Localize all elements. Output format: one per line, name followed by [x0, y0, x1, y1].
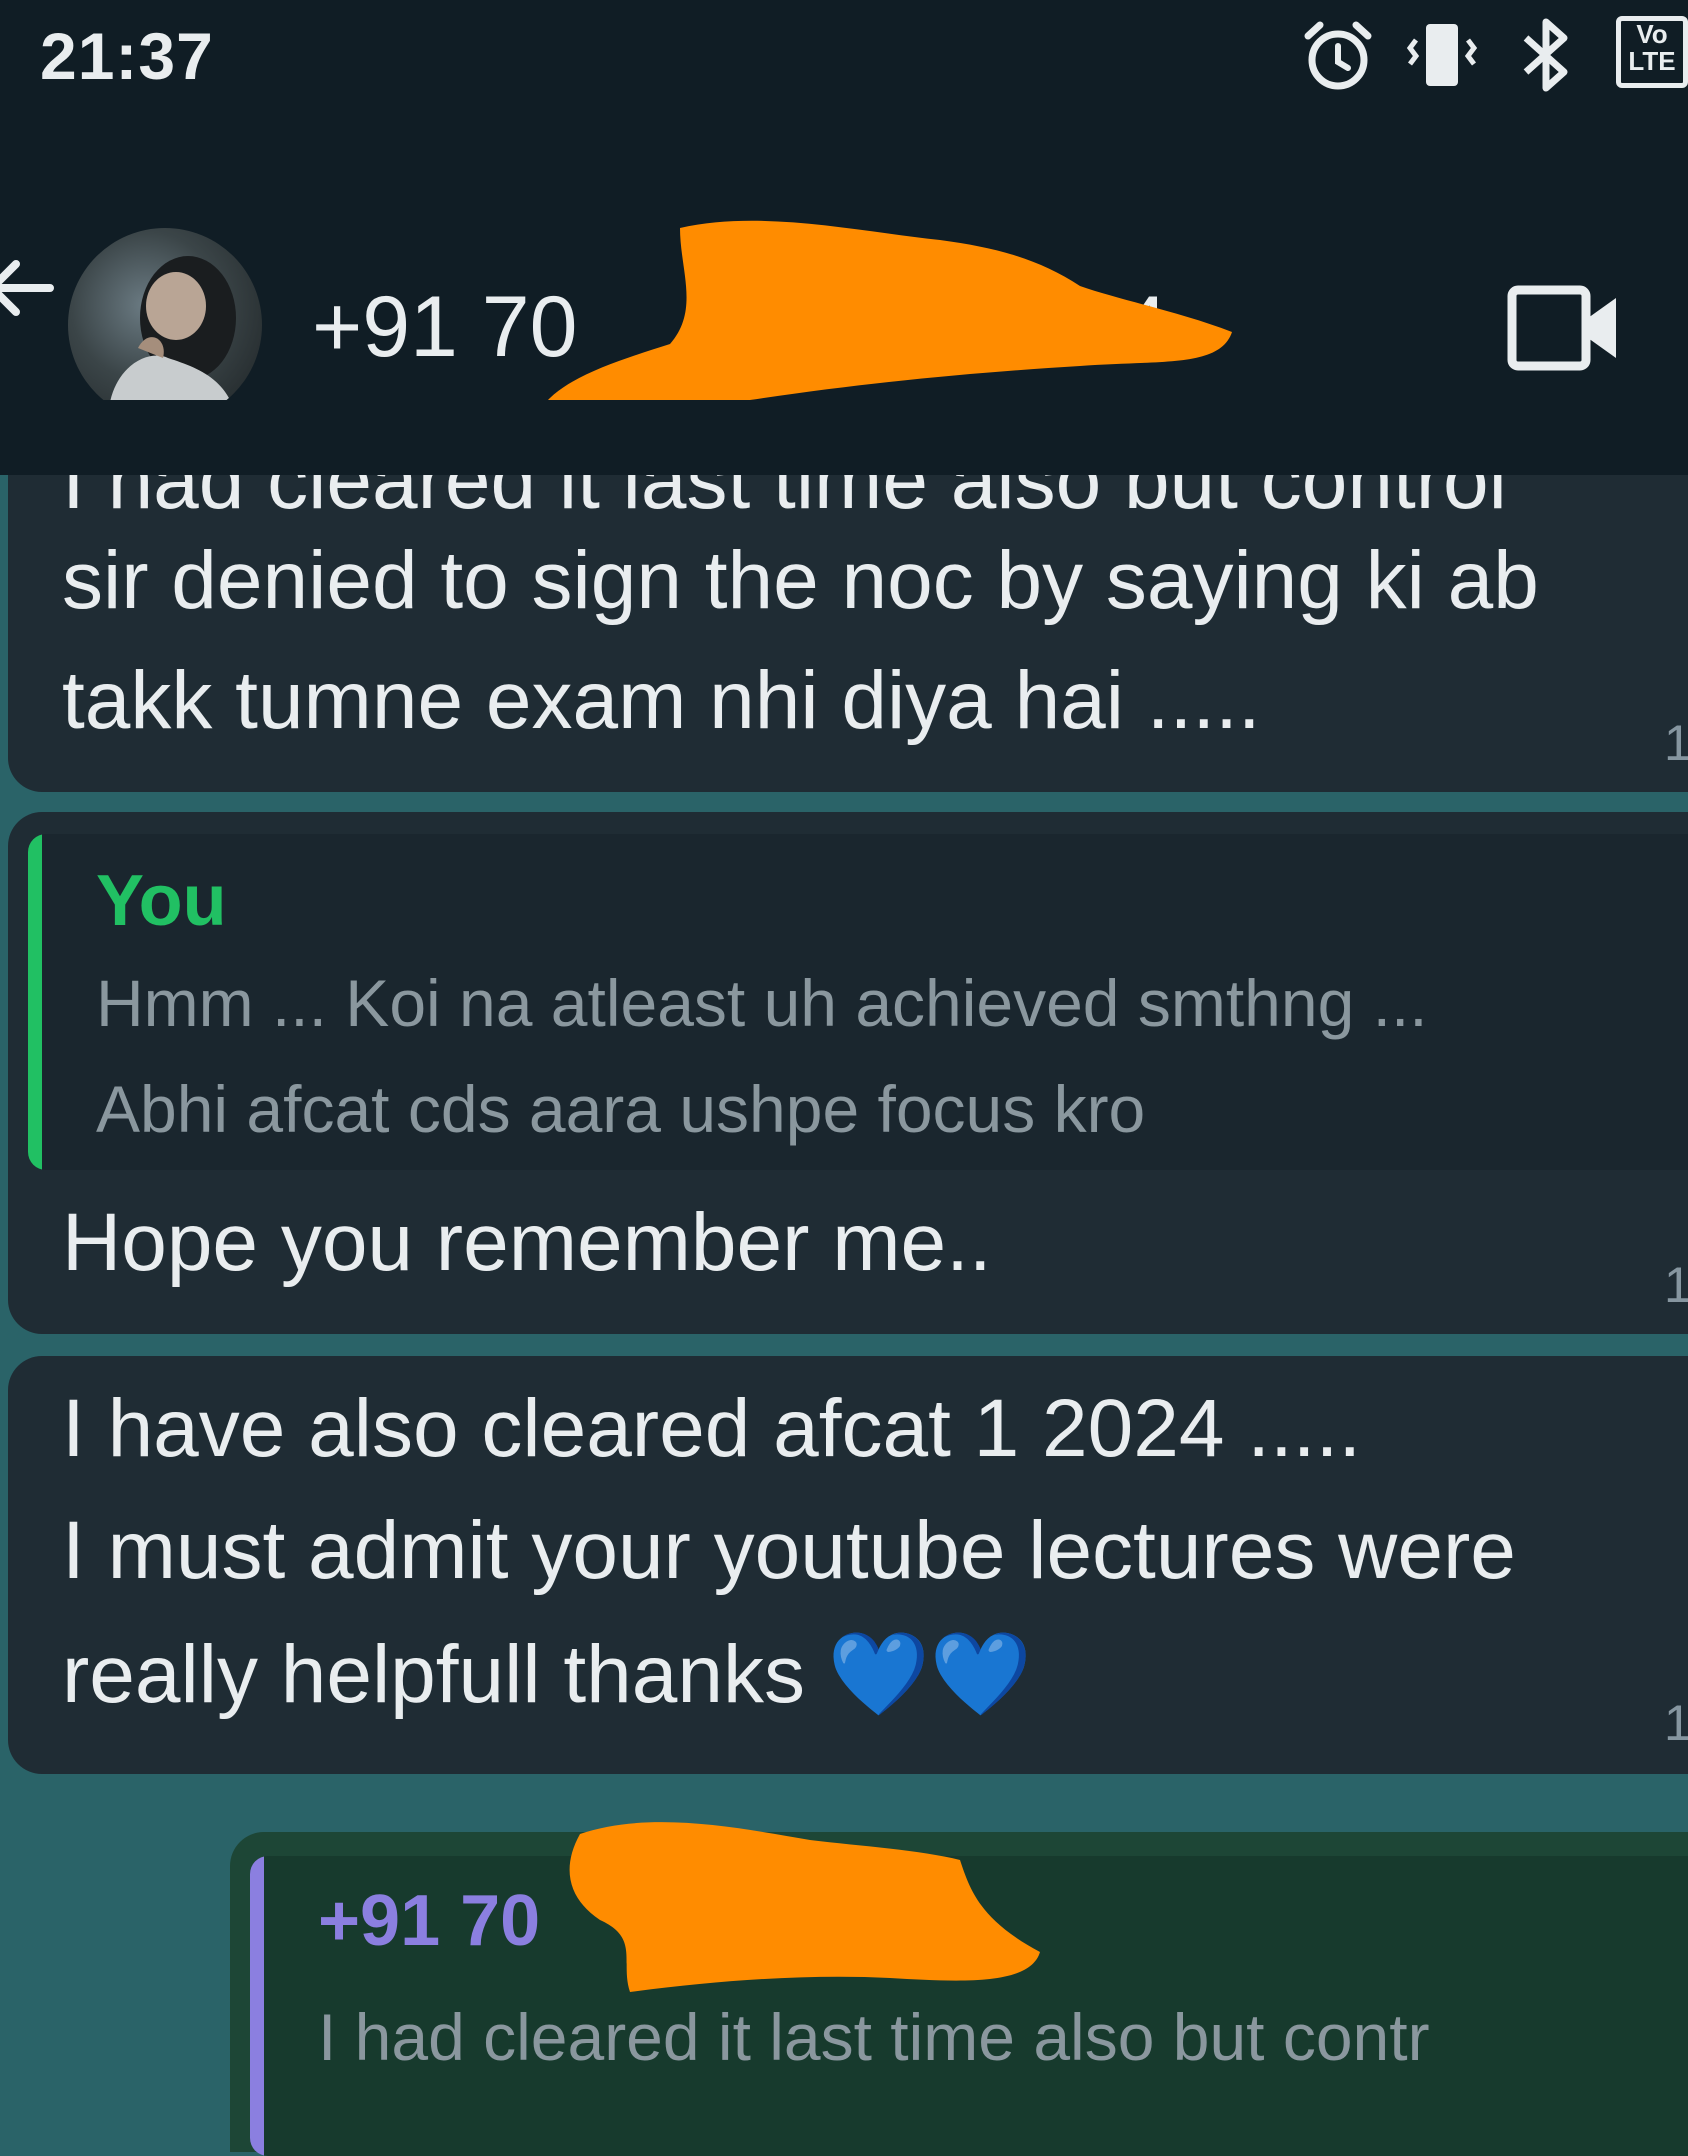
- message-timestamp: 1: [1664, 715, 1688, 771]
- back-arrow-icon[interactable]: [0, 248, 60, 333]
- quote-redaction-scribble: [569, 1822, 1040, 1992]
- status-bar: 21:37 Vo LTE: [0, 0, 1688, 120]
- message-text-line: I must admit your youtube lectures were: [62, 1505, 1516, 1596]
- message-text-line: I have also cleared afcat 1 2024 .....: [62, 1383, 1362, 1474]
- volte-icon: Vo LTE: [1616, 16, 1688, 88]
- contact-avatar[interactable]: [68, 228, 262, 422]
- message-timestamp: 1: [1664, 1257, 1688, 1313]
- quote-accent-bar: [250, 1856, 264, 2156]
- header-overlap: [0, 400, 1688, 475]
- alarm-icon: [1298, 16, 1378, 101]
- quote-author: +91 70: [318, 1881, 541, 1961]
- quoted-reply[interactable]: You Hmm ... Koi na atleast uh achieved s…: [28, 834, 1688, 1170]
- quote-text-line: Abhi afcat cds aara ushpe focus kro: [96, 1072, 1146, 1146]
- bluetooth-icon: [1512, 14, 1582, 101]
- message-text-line: really helpfull thanks 💙💙: [62, 1629, 1032, 1720]
- volte-label-top: Vo: [1636, 19, 1668, 49]
- message-text-line: Hope you remember me..: [62, 1197, 992, 1288]
- vibrate-icon: [1402, 16, 1482, 101]
- status-time: 21:37: [40, 19, 214, 93]
- quote-author: You: [96, 861, 227, 941]
- quote-text-line: Hmm ... Koi na atleast uh achieved smthn…: [96, 966, 1428, 1040]
- message-timestamp: 1: [1664, 1695, 1688, 1751]
- message-text-line: takk tumne exam nhi diya hai .....: [62, 655, 1261, 746]
- volte-label-bottom: LTE: [1628, 46, 1676, 76]
- quote-accent-bar: [28, 834, 42, 1170]
- video-call-icon[interactable]: [1506, 282, 1620, 379]
- message-text-line: sir denied to sign the noc by saying ki …: [62, 535, 1539, 626]
